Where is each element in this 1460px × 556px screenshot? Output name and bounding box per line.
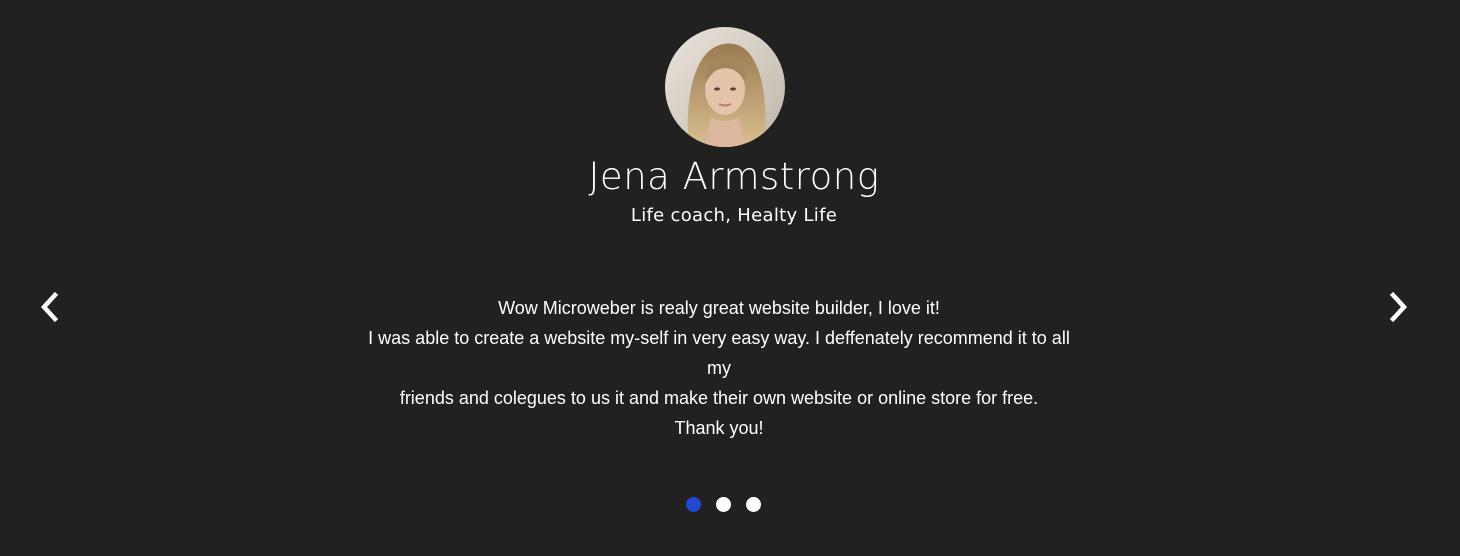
pagination-dot-1[interactable] xyxy=(686,497,701,512)
quote-line: friends and colegues to us it and make t… xyxy=(399,388,1039,408)
pagination-dot-3[interactable] xyxy=(746,497,761,512)
chevron-right-icon xyxy=(1389,291,1408,323)
testimonial-role: Life coach, Healty Life xyxy=(630,205,838,226)
quote-line: Wow Microweber is realy great website bu… xyxy=(498,298,940,318)
avatar-photo xyxy=(665,27,785,147)
testimonial-name: Jena Armstrong xyxy=(588,155,880,198)
quote-line: Thank you! xyxy=(674,418,764,438)
next-slide-button[interactable] xyxy=(1381,290,1415,324)
testimonial-slider: Jena Armstrong Life coach, Healty Life W… xyxy=(0,0,1460,556)
testimonial-quote: Wow Microweber is realy great website bu… xyxy=(355,293,1083,443)
pagination-dot-2[interactable] xyxy=(716,497,731,512)
avatar xyxy=(665,27,785,147)
quote-line: I was able to create a website my-self i… xyxy=(368,328,1070,378)
chevron-left-icon xyxy=(40,291,59,323)
prev-slide-button[interactable] xyxy=(33,290,67,324)
